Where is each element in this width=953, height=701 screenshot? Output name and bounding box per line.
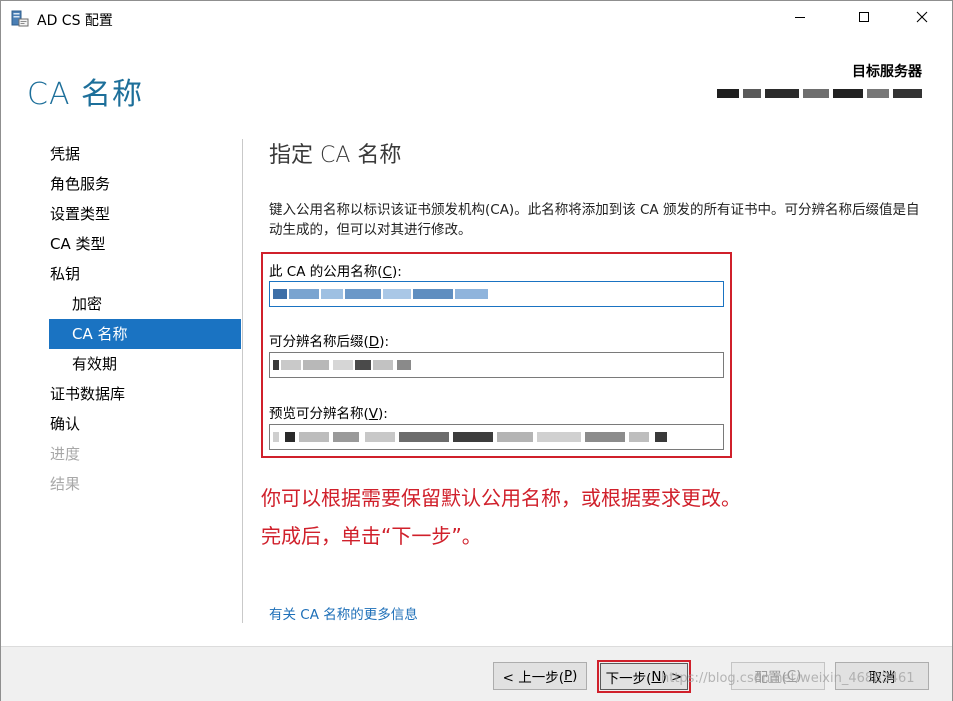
target-server-name-redacted [717,87,922,99]
nav-item-confirmation[interactable]: 确认 [1,409,241,439]
ad-cs-config-window: AD CS 配置 CA 名称 目标服务器 凭据 角色服务 设置类型 CA 类型 … [0,0,953,701]
more-info-link[interactable]: 有关 CA 名称的更多信息 [269,603,418,623]
nav-item-setup-type[interactable]: 设置类型 [1,199,241,229]
nav-item-cryptography[interactable]: 加密 [1,289,241,319]
maximize-button[interactable] [841,1,887,37]
nav-item-ca-name[interactable]: CA 名称 [49,319,241,349]
watermark: https://blog.csdn.net/weixin_46883461 [661,671,915,686]
nav-item-results: 结果 [50,475,81,493]
close-button[interactable] [899,1,945,37]
server-certificate-icon [11,10,29,28]
nav-item-certificate-database[interactable]: 证书数据库 [1,379,241,409]
common-name-value-redacted [273,289,488,299]
dn-suffix-value-redacted [273,360,411,370]
common-name-input[interactable] [269,281,724,307]
target-server-label: 目标服务器 [852,64,922,80]
preview-dn-value-redacted [273,432,667,442]
dn-suffix-label: 可分辨名称后缀(D): [269,334,390,350]
dn-suffix-input[interactable] [269,352,724,378]
nav-item-credentials[interactable]: 凭据 [1,139,241,169]
wizard-navigation: 凭据 角色服务 设置类型 CA 类型 私钥 加密 CA 名称 有效期 证书数据库… [1,139,241,499]
section-title: 指定 CA 名称 [269,143,402,168]
annotation-line-2: 完成后，单击“下一步”。 [261,524,482,548]
minimize-button[interactable] [777,1,823,37]
back-button[interactable]: < 上一步(P) [493,662,587,690]
page-title: CA 名称 [27,77,144,112]
nav-item-private-key[interactable]: 私钥 [1,259,241,289]
nav-item-ca-type[interactable]: CA 类型 [1,229,241,259]
description-text: 键入公用名称以标识该证书颁发机构(CA)。此名称将添加到该 CA 颁发的所有证书… [269,202,920,238]
nav-item-validity-period[interactable]: 有效期 [1,349,241,379]
title-bar[interactable]: AD CS 配置 [1,1,952,37]
minimize-icon [794,11,806,27]
nav-divider [242,139,243,623]
nav-item-role-services[interactable]: 角色服务 [1,169,241,199]
annotation-line-1: 你可以根据需要保留默认公用名称，或根据要求更改。 [261,486,741,510]
nav-item-progress: 进度 [50,445,81,463]
common-name-label: 此 CA 的公用名称(C): [269,264,402,280]
window-title: AD CS 配置 [37,13,113,29]
preview-dn-display [269,424,724,450]
maximize-icon [858,11,870,27]
close-icon [916,11,928,27]
preview-dn-label: 预览可分辨名称(V): [269,406,388,422]
